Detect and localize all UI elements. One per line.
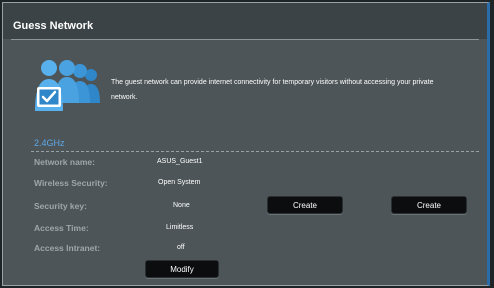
network-name-value: ASUS_Guest1 — [157, 158, 203, 165]
band-label: 2.4GHz — [34, 138, 65, 148]
guest-network-panel: Guess Network The guest network can prov… — [2, 2, 490, 286]
title-divider — [11, 39, 479, 40]
intro-text: The guest network can provide internet c… — [111, 79, 434, 101]
access-intranet-value: off — [177, 244, 185, 251]
access-time-value: Limitless — [166, 224, 194, 231]
create-button-2[interactable]: Create — [391, 196, 467, 214]
modify-button[interactable]: Modify — [145, 260, 219, 278]
wireless-security-value: Open System — [158, 179, 201, 186]
access-intranet-label: Access Intranet: — [34, 243, 101, 253]
wireless-security-label: Wireless Security: — [34, 178, 108, 188]
create-button-1[interactable]: Create — [267, 196, 343, 214]
page-title: Guess Network — [13, 20, 94, 32]
network-name-label: Network name: — [34, 157, 95, 167]
band-divider — [31, 151, 479, 152]
security-key-value: None — [173, 202, 190, 209]
security-key-label: Security key: — [34, 201, 87, 211]
title-bar: Guess Network — [3, 3, 487, 39]
guest-users-icon — [35, 60, 100, 111]
access-time-label: Access Time: — [34, 223, 89, 233]
